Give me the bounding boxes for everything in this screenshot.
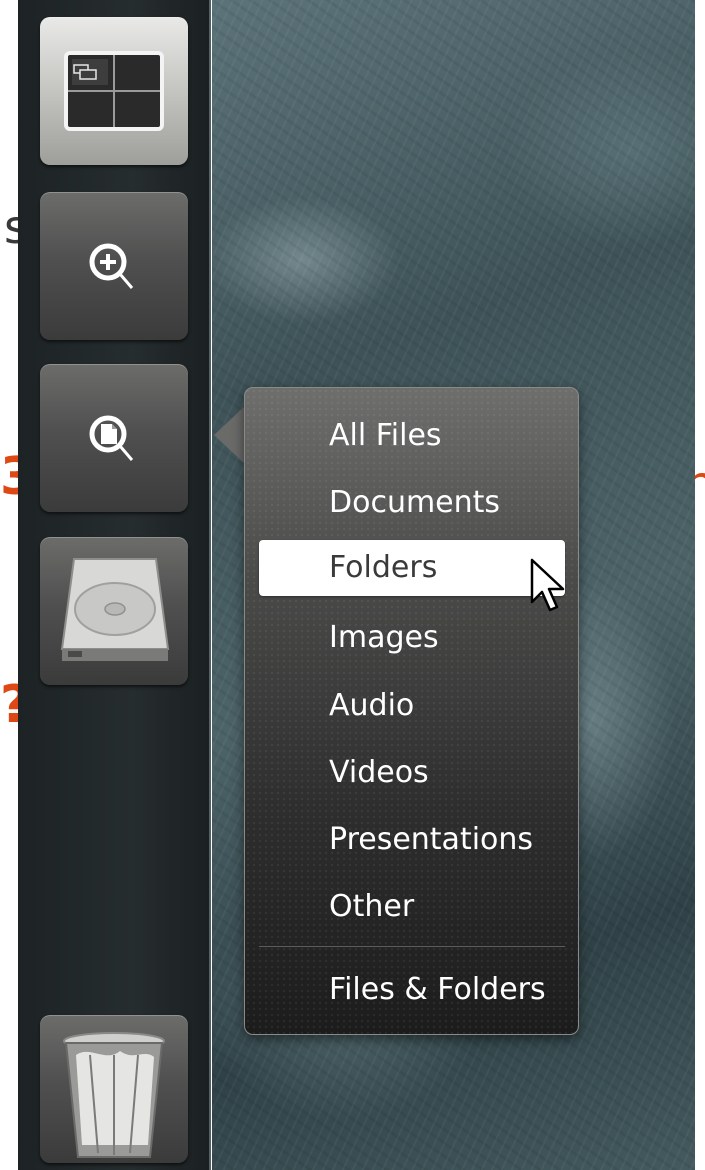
menu-item-images[interactable]: Images [329,610,439,666]
menu-item-documents[interactable]: Documents [329,475,500,531]
launcher-item-trash[interactable] [40,1015,188,1163]
menu-item-other[interactable]: Other [329,879,414,935]
menu-item-videos[interactable]: Videos [329,745,429,801]
launcher-item-file-search[interactable] [40,364,188,512]
menu-item-audio[interactable]: Audio [329,678,414,734]
launcher [18,0,211,1170]
desktop-screen: s 3 ? n [0,0,705,1170]
menu-item-folders[interactable]: Folders [259,540,565,596]
launcher-item-hard-drive[interactable] [40,537,188,685]
hard-drive-icon [60,558,170,661]
menu-item-presentations[interactable]: Presentations [329,812,533,868]
menu-item-all-files[interactable]: All Files [329,408,442,464]
menu-pointer-arrow [214,405,246,465]
zoom-in-magnifier-icon [89,243,134,289]
file-search-icon [89,415,134,461]
menu-separator [259,946,565,948]
workspace-switcher-icon [64,51,164,131]
launcher-item-search[interactable] [40,192,188,340]
file-filter-menu: All Files Documents Folders Images Audio… [244,387,579,1035]
mouse-cursor-icon [530,558,565,612]
trash-icon [63,1032,165,1158]
menu-item-files-and-folders[interactable]: Files & Folders [329,962,546,1018]
launcher-item-workspace-switcher[interactable] [40,17,188,165]
